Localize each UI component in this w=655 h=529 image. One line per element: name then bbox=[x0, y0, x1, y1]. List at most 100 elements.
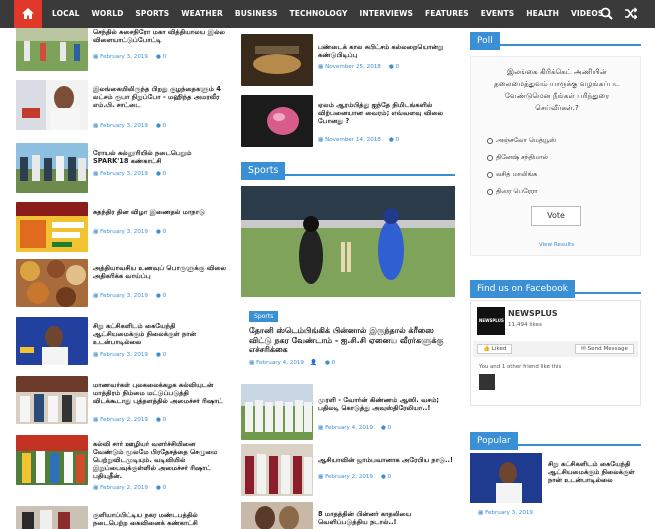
nav-item-features[interactable]: FEATURES bbox=[419, 0, 475, 28]
news-thumbnail[interactable] bbox=[16, 28, 88, 71]
news-date[interactable]: February 4, 2019 bbox=[318, 425, 373, 431]
news-thumbnail[interactable] bbox=[16, 143, 88, 193]
news-title[interactable]: குளியாப்பிட்டிய நகர மண்டபத்தில் நடைபெற்ற… bbox=[93, 511, 228, 527]
list-item[interactable]: ஆசியாவின் ஜாம்பவானாக அரேபிய நாடு..! Febr… bbox=[241, 444, 455, 496]
news-thumbnail[interactable] bbox=[16, 202, 88, 252]
poll-option[interactable]: லசித் மாலிங்க bbox=[487, 170, 537, 179]
news-thumbnail[interactable] bbox=[16, 80, 88, 130]
comment-count[interactable]: 0 bbox=[381, 474, 391, 480]
news-title[interactable]: மாணவர்கள் புலகலைக்கழக கல்வியுடன் மாத்திர… bbox=[93, 381, 228, 405]
news-date[interactable]: November 25, 2018 bbox=[318, 64, 381, 70]
news-thumbnail[interactable] bbox=[16, 376, 88, 424]
news-title[interactable]: பண்டைக் கால சுபிட்சம் கல்லறையொன்று கண்டு… bbox=[318, 43, 453, 59]
friend-avatar[interactable] bbox=[479, 374, 495, 390]
poll-option[interactable]: அஞ்சலோ மெத்யூஸ் bbox=[487, 136, 556, 145]
news-date[interactable]: February 3, 2019 bbox=[93, 54, 148, 60]
comment-count[interactable]: 0 bbox=[156, 293, 166, 299]
view-results-link[interactable]: View Results bbox=[471, 242, 642, 248]
nav-item-local[interactable]: LOCAL bbox=[46, 0, 85, 28]
poll-option[interactable]: தினேஷ் சந்திமால் bbox=[487, 153, 548, 162]
news-thumbnail[interactable] bbox=[16, 435, 88, 485]
news-date[interactable]: November 14, 2018 bbox=[318, 137, 381, 143]
news-title[interactable]: 8 மாதத்தின் பின்னர் காதலியை வெளிப்படுத்த… bbox=[318, 510, 453, 526]
featured-title[interactable]: தோனி ஸ்டெம்பிங்கிக் பின்னால் இருந்தால் க… bbox=[249, 326, 449, 355]
news-thumbnail[interactable] bbox=[241, 444, 313, 496]
news-title[interactable]: ஆசியாவின் ஜாம்பவானாக அரேபிய நாடு..! bbox=[318, 456, 453, 464]
news-date[interactable]: February 4, 2019 bbox=[249, 360, 304, 366]
news-thumbnail[interactable] bbox=[16, 259, 88, 307]
featured-sports-image[interactable] bbox=[241, 186, 455, 297]
radio-button[interactable] bbox=[487, 171, 493, 178]
nav-item-business[interactable]: BUSINESS bbox=[229, 0, 284, 28]
like-button[interactable]: 👍 Liked bbox=[477, 344, 513, 354]
news-date[interactable]: February 3, 2019 bbox=[93, 293, 148, 299]
facebook-heading[interactable]: Find us on Facebook bbox=[470, 280, 575, 298]
news-title[interactable]: கல்வி சார் ஊழியர் வளர்ச்சியினை வேண்டும் … bbox=[93, 440, 228, 480]
comment-count[interactable]: 0 bbox=[156, 417, 166, 423]
news-thumbnail[interactable] bbox=[16, 317, 88, 365]
nav-item-world[interactable]: WORLD bbox=[85, 0, 129, 28]
shuffle-icon[interactable] bbox=[624, 7, 637, 20]
nav-item-health[interactable]: HEALTH bbox=[520, 0, 565, 28]
category-tag[interactable]: Sports bbox=[249, 311, 279, 322]
news-title[interactable]: செந்தில் சுசைநிரோ மகா வித்தியாலய இல்ல வி… bbox=[93, 28, 228, 44]
list-item[interactable]: முரளி - வோர்ன் கிண்ணம் ஆஸி. வசம்; பதிலடி… bbox=[241, 384, 455, 440]
news-date[interactable]: February 3, 2019 bbox=[478, 510, 533, 516]
news-date[interactable]: February 3, 2019 bbox=[93, 352, 148, 358]
comment-count[interactable]: 0 bbox=[156, 352, 166, 358]
news-thumbnail[interactable] bbox=[241, 384, 313, 440]
list-item[interactable]: 8 மாதத்தின் பின்னர் காதலியை வெளிப்படுத்த… bbox=[241, 502, 455, 529]
comment-count[interactable]: 0 bbox=[156, 229, 166, 235]
news-title[interactable]: இலங்கையிலிருந்த பிறது குழந்தைகளும் 4 லட்… bbox=[93, 85, 228, 109]
popular-thumbnail[interactable] bbox=[470, 453, 542, 503]
nav-item-weather[interactable]: WEATHER bbox=[175, 0, 229, 28]
radio-button[interactable] bbox=[487, 154, 493, 161]
comment-count[interactable]: 0 bbox=[389, 137, 399, 143]
news-thumbnail[interactable] bbox=[241, 95, 313, 147]
list-item[interactable]: செந்தில் சுசைநிரோ மகா வித்தியாலய இல்ல வி… bbox=[16, 28, 229, 73]
news-title[interactable]: சிறு கட்சிகளிடம் கையேந்தி ஆட்சியமைக்கும்… bbox=[93, 322, 228, 346]
sports-heading[interactable]: Sports bbox=[241, 162, 286, 180]
news-date[interactable]: February 2, 2019 bbox=[93, 417, 148, 423]
list-item[interactable]: பண்டைக் கால சுபிட்சம் கல்லறையொன்று கண்டு… bbox=[241, 34, 455, 86]
comment-count[interactable]: 0 bbox=[156, 123, 166, 129]
popular-heading[interactable]: Popular bbox=[470, 432, 518, 450]
search-icon[interactable] bbox=[600, 7, 613, 20]
news-title[interactable]: முரளி - வோர்ன் கிண்ணம் ஆஸி. வசம்; பதிலடி… bbox=[318, 396, 453, 412]
news-title[interactable]: ஏலம் ஆரம்பித்து ஐந்தே நிமிடங்களில் விற்ப… bbox=[318, 101, 453, 125]
poll-heading[interactable]: Poll bbox=[470, 32, 500, 50]
list-item[interactable]: ஏலம் ஆரம்பித்து ஐந்தே நிமிடங்களில் விற்ப… bbox=[241, 95, 455, 147]
popular-item-title[interactable]: சிறு கட்சிகளிடம் கையேந்தி ஆட்சியமைக்கும்… bbox=[548, 460, 638, 484]
nav-item-interviews[interactable]: INTERVIEWS bbox=[354, 0, 419, 28]
news-thumbnail[interactable] bbox=[241, 34, 313, 86]
facebook-page-name[interactable]: NEWSPLUS bbox=[508, 309, 558, 318]
news-thumbnail[interactable] bbox=[241, 502, 313, 529]
radio-button[interactable] bbox=[487, 137, 493, 144]
nav-item-sports[interactable]: SPORTS bbox=[129, 0, 175, 28]
list-item[interactable]: சிறு கட்சிகளிடம் கையேந்தி ஆட்சியமைக்கும்… bbox=[16, 317, 229, 367]
vote-button[interactable]: Vote bbox=[531, 206, 581, 226]
home-button[interactable] bbox=[14, 0, 42, 28]
send-message-button[interactable]: ✉ Send Message bbox=[575, 344, 634, 354]
comment-count[interactable]: 0 bbox=[156, 485, 166, 491]
nav-item-events[interactable]: EVENTS bbox=[475, 0, 520, 28]
news-title[interactable]: சுதந்திர தின விழா இணைதல் மாநாடு bbox=[93, 208, 228, 216]
news-date[interactable]: February 2, 2019 bbox=[318, 474, 373, 480]
list-item[interactable]: அத்தியாவசிய உணவுப் பொருளுக்கு விலை அதிகர… bbox=[16, 259, 229, 309]
news-title[interactable]: ரோயல் கல்லூரியில் நடைபெறும் SPARK'18 கண்… bbox=[93, 149, 228, 165]
news-date[interactable]: February 3, 2019 bbox=[93, 123, 148, 129]
facebook-page-avatar[interactable]: NEWSPLUS bbox=[477, 307, 505, 335]
news-thumbnail[interactable] bbox=[16, 506, 88, 529]
list-item[interactable]: மாணவர்கள் புலகலைக்கழக கல்வியுடன் மாத்திர… bbox=[16, 376, 229, 428]
radio-button[interactable] bbox=[487, 188, 493, 195]
news-date[interactable]: February 2, 2019 bbox=[93, 485, 148, 491]
news-date[interactable]: February 3, 2019 bbox=[93, 171, 148, 177]
list-item[interactable]: இலங்கையிலிருந்த பிறது குழந்தைகளும் 4 லட்… bbox=[16, 80, 229, 130]
list-item[interactable]: ரோயல் கல்லூரியில் நடைபெறும் SPARK'18 கண்… bbox=[16, 143, 229, 193]
comment-count[interactable]: 0 bbox=[381, 425, 391, 431]
comment-count[interactable]: 0 bbox=[325, 360, 335, 366]
comment-count[interactable]: 0 bbox=[156, 54, 166, 60]
news-date[interactable]: February 3, 2019 bbox=[93, 229, 148, 235]
list-item[interactable]: சுதந்திர தின விழா இணைதல் மாநாடு February… bbox=[16, 202, 229, 252]
nav-item-technology[interactable]: TECHNOLOGY bbox=[284, 0, 354, 28]
